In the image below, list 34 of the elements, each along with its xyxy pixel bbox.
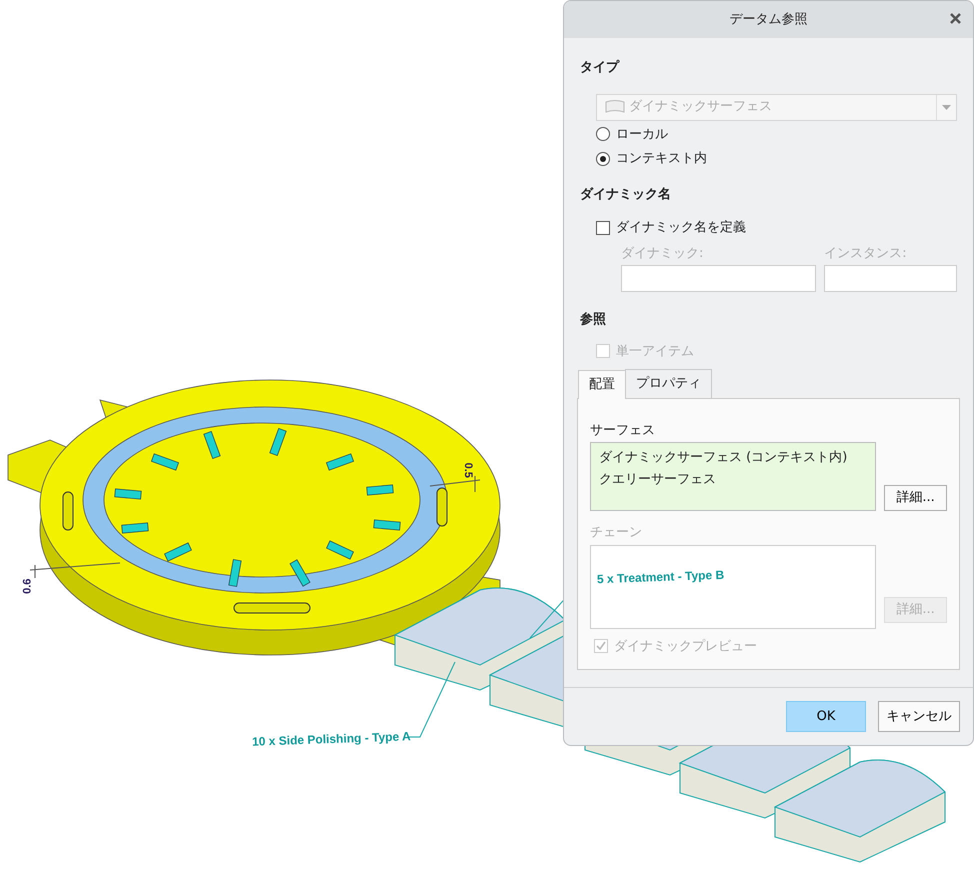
caret-icon (942, 104, 951, 110)
radio-label: ローカル (616, 126, 668, 144)
close-icon[interactable] (950, 13, 961, 24)
section-label: ダイナミック名 (580, 186, 671, 204)
dimension-label: 0.5 (460, 462, 475, 478)
ok-button[interactable]: OK (786, 701, 866, 732)
list-label: サーフェス (590, 422, 656, 440)
list-label: チェーン (590, 524, 643, 542)
cancel-button[interactable]: キャンセル (878, 701, 960, 732)
annotation-note: 10 x Side Polishing - Type A (252, 728, 411, 751)
radio-button[interactable] (596, 127, 610, 142)
section-label: 参照 (580, 311, 606, 329)
input-field[interactable] (824, 265, 957, 292)
details-button: 詳細... (884, 596, 947, 622)
tab[interactable]: 配置 (578, 370, 626, 398)
list-item[interactable]: ダイナミックサーフェス (コンテキスト内) (599, 447, 868, 469)
field-label: インスタンス: (824, 244, 908, 262)
field-label: ダイナミック: (621, 244, 704, 262)
checkbox-label: 単一アイテム (616, 342, 694, 360)
radio-label: コンテキスト内 (616, 150, 707, 168)
input-field[interactable] (621, 265, 816, 292)
annotation-note: 5 x Treatment - Type B (596, 566, 724, 588)
checkbox[interactable] (596, 220, 610, 235)
dialog-title: データム参照 (730, 10, 808, 29)
section-label: タイプ (580, 58, 619, 77)
type-dropdown: ダイナミックサーフェス (596, 94, 957, 120)
surface-icon (605, 100, 625, 114)
list-item[interactable]: クエリーサーフェス (599, 469, 868, 491)
checkbox-label: ダイナミックプレビュー (614, 638, 757, 656)
checkbox-label: ダイナミック名を定義 (616, 219, 746, 237)
tab[interactable]: プロパティ (625, 369, 712, 398)
dimension-label: 0.6 (20, 578, 34, 594)
details-button[interactable]: 詳細... (884, 485, 947, 511)
radio-button[interactable] (596, 152, 610, 166)
